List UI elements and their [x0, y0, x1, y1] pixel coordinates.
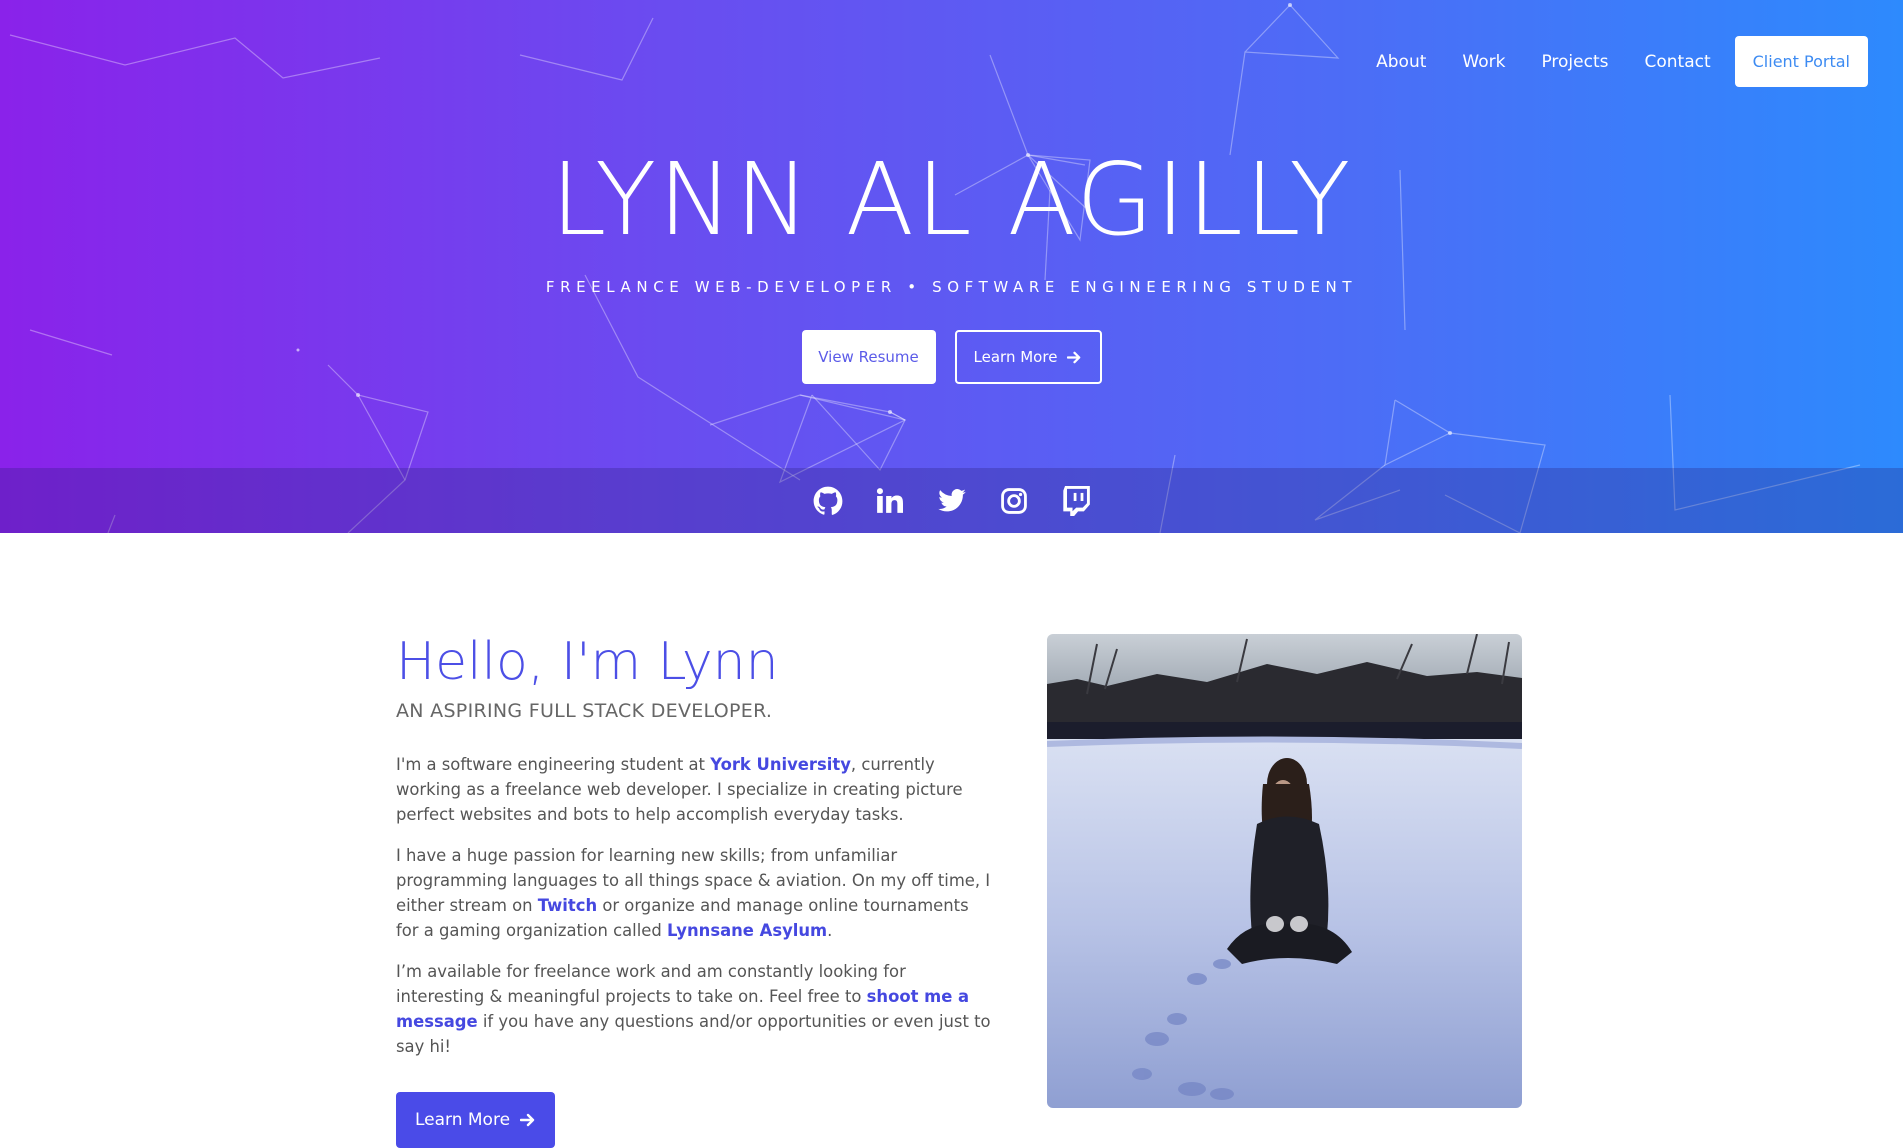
nav-work[interactable]: Work [1462, 52, 1505, 72]
profile-photo-illustration [1047, 634, 1522, 1108]
nav-about[interactable]: About [1376, 52, 1426, 72]
about-heading: Hello, I'm Lynn [396, 632, 779, 692]
view-resume-button[interactable]: View Resume [801, 330, 936, 384]
about-tagline: AN ASPIRING FULL STACK DEVELOPER. [396, 700, 773, 722]
hero-buttons: View Resume Learn More [0, 330, 1903, 384]
york-university-link[interactable]: York University [710, 755, 851, 774]
github-icon[interactable] [797, 486, 859, 516]
arrow-right-icon [1067, 350, 1082, 365]
twitch-icon[interactable] [1045, 485, 1107, 516]
linkedin-icon[interactable] [859, 487, 921, 514]
top-nav: About Work Projects Contact Client Porta… [1340, 36, 1868, 87]
lynnsane-asylum-link[interactable]: Lynnsane Asylum [667, 921, 827, 940]
arrow-right-icon [520, 1112, 536, 1128]
hero-title: LYNN AL AGILLY [550, 141, 1353, 258]
hero-section: About Work Projects Contact Client Porta… [0, 0, 1903, 533]
hero-learn-more-button[interactable]: Learn More [954, 330, 1102, 384]
nav-projects[interactable]: Projects [1541, 52, 1608, 72]
twitter-icon[interactable] [921, 486, 983, 516]
about-paragraph-1: I'm a software engineering student at Yo… [396, 752, 996, 827]
p3-text-after: if you have any questions and/or opportu… [396, 1012, 991, 1056]
p3-text-before: I’m available for freelance work and am … [396, 962, 906, 1006]
nav-contact[interactable]: Contact [1644, 52, 1710, 72]
about-paragraph-3: I’m available for freelance work and am … [396, 959, 996, 1059]
about-paragraph-2: I have a huge passion for learning new s… [396, 843, 996, 943]
view-resume-label: View Resume [818, 348, 919, 366]
profile-photo [1047, 634, 1522, 1108]
about-learn-more-button[interactable]: Learn More [396, 1092, 555, 1148]
hero-subtitle: FREELANCE WEB-DEVELOPER • SOFTWARE ENGIN… [545, 278, 1358, 296]
p2-text-after: . [827, 921, 833, 940]
hero-learn-more-label: Learn More [973, 348, 1058, 366]
client-portal-button[interactable]: Client Portal [1734, 36, 1868, 87]
social-links-bar [0, 468, 1903, 533]
about-learn-more-label: Learn More [414, 1110, 511, 1130]
about-section: Hello, I'm Lynn AN ASPIRING FULL STACK D… [396, 636, 996, 1148]
instagram-icon[interactable] [983, 487, 1045, 515]
p1-text-before: I'm a software engineering student at [396, 755, 711, 774]
twitch-link[interactable]: Twitch [538, 896, 597, 915]
